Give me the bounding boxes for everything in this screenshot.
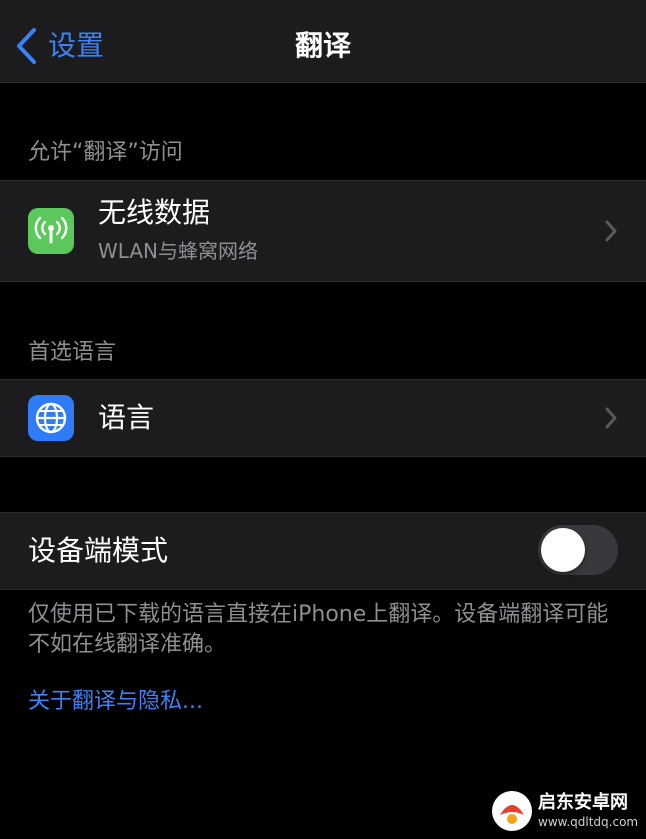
chevron-right-icon [605,407,617,429]
globe-icon [28,395,74,441]
group-access: 无线数据 WLAN与蜂窝网络 [0,180,646,282]
device-mode-description: 仅使用已下载的语言直接在iPhone上翻译。设备端翻译可能不如在线翻译准确。 [28,602,609,657]
wireless-data-row[interactable]: 无线数据 WLAN与蜂窝网络 [0,181,646,281]
language-title: 语言 [98,401,155,434]
toggle-knob [541,528,585,572]
device-mode-row: 设备端模式 [0,513,646,589]
watermark: 启东安卓网 www.qdltdq.com [490,787,640,835]
device-mode-title: 设备端模式 [28,534,169,567]
device-mode-toggle[interactable] [538,525,618,575]
watermark-name: 启东安卓网 [538,792,628,813]
antenna-icon [28,208,74,254]
watermark-text: 启东安卓网 www.qdltdq.com [538,792,638,830]
group-language: 语言 [0,379,646,457]
chevron-right-icon [605,220,617,242]
section-header-access: 允许“翻译”访问 [28,140,183,165]
page-title: 翻译 [294,29,351,62]
wireless-data-subtitle: WLAN与蜂窝网络 [98,239,259,263]
watermark-logo-icon [492,791,532,831]
language-row[interactable]: 语言 [0,380,646,456]
watermark-url: www.qdltdq.com [538,815,639,829]
section-header-language: 首选语言 [28,340,117,365]
group-device-mode: 设备端模式 [0,512,646,590]
wireless-data-title: 无线数据 [98,196,211,229]
privacy-link[interactable]: 关于翻译与隐私... [28,687,203,717]
navigation-bar: 设置 翻译 [0,0,646,83]
